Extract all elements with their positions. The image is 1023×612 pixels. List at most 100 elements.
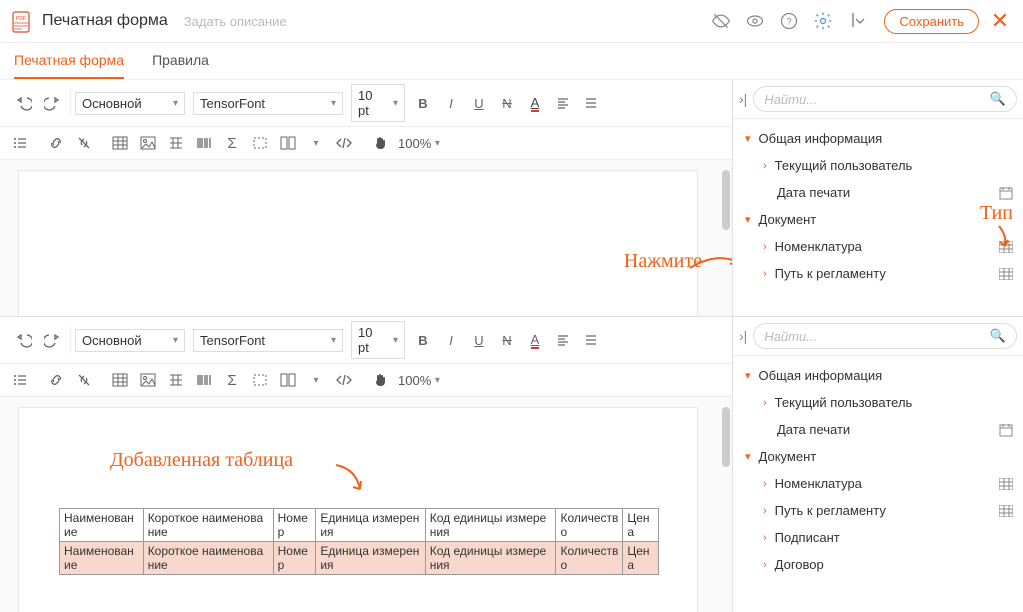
tree-group-general-info-2[interactable]: ▾Общая информация bbox=[733, 362, 1023, 389]
collapse-panel-icon[interactable]: ›| bbox=[739, 91, 747, 107]
font-select[interactable]: TensorFont▾ bbox=[193, 92, 343, 115]
redo-button-2[interactable] bbox=[40, 328, 64, 352]
tab-rules[interactable]: Правила bbox=[152, 43, 209, 79]
tf-unitcode: Код единицы измерения bbox=[425, 542, 556, 575]
description-placeholder[interactable]: Задать описание bbox=[184, 14, 287, 29]
align-button-2[interactable] bbox=[551, 328, 575, 352]
tree-item-nomenclature[interactable]: ›Номенклатура bbox=[733, 233, 1023, 260]
canvas-wrap-2: Наименование Короткое наименование Номер… bbox=[0, 397, 732, 612]
unlink-button-2[interactable] bbox=[72, 368, 96, 392]
tabs-bar: Печатная форма Правила bbox=[0, 43, 1023, 80]
tf-qty: Количество bbox=[556, 542, 623, 575]
tree-item-current-user-2[interactable]: ›Текущий пользователь bbox=[733, 389, 1023, 416]
tree-item-current-user[interactable]: ›Текущий пользователь bbox=[733, 152, 1023, 179]
code-button[interactable] bbox=[332, 131, 356, 155]
italic-button[interactable]: I bbox=[439, 91, 463, 115]
style-select-2[interactable]: Основной▾ bbox=[75, 329, 185, 352]
th-name: Наименование bbox=[60, 509, 144, 542]
svg-text:?: ? bbox=[787, 16, 792, 26]
undo-button[interactable] bbox=[12, 91, 36, 115]
redo-button[interactable] bbox=[40, 91, 64, 115]
link-button[interactable] bbox=[44, 131, 68, 155]
tab-form[interactable]: Печатная форма bbox=[14, 43, 124, 79]
page-title: Печатная форма bbox=[42, 12, 168, 30]
tree-item-signatory[interactable]: ›Подписант bbox=[733, 524, 1023, 551]
side-search-2[interactable]: 🔍 bbox=[753, 323, 1017, 349]
tree-item-reglament-path-2[interactable]: ›Путь к регламенту bbox=[733, 497, 1023, 524]
font-select-2[interactable]: TensorFont▾ bbox=[193, 329, 343, 352]
pagebreak-button-2[interactable] bbox=[276, 368, 300, 392]
close-button[interactable]: ✕ bbox=[989, 8, 1011, 34]
italic-button-2[interactable]: I bbox=[439, 328, 463, 352]
image-button-2[interactable] bbox=[136, 368, 160, 392]
list-button[interactable] bbox=[8, 131, 32, 155]
size-select-2[interactable]: 10 pt▾ bbox=[351, 321, 405, 359]
scrollbar-vertical[interactable] bbox=[722, 170, 730, 230]
tree-group-general-info[interactable]: ▾Общая информация bbox=[733, 125, 1023, 152]
tree-item-print-date[interactable]: Дата печати bbox=[733, 179, 1023, 206]
table-button-2[interactable] bbox=[108, 368, 132, 392]
align-button[interactable] bbox=[551, 91, 575, 115]
table-field-row: Наименование Короткое наименование Номер… bbox=[60, 542, 659, 575]
text-color-button-2[interactable]: A bbox=[523, 328, 547, 352]
hand-tool-button-2[interactable] bbox=[368, 368, 392, 392]
special-char-button[interactable] bbox=[164, 131, 188, 155]
paragraph-button-2[interactable] bbox=[579, 328, 603, 352]
side-search-1[interactable]: 🔍 bbox=[753, 86, 1017, 112]
barcode-button[interactable] bbox=[192, 131, 216, 155]
bold-button-2[interactable]: B bbox=[411, 328, 435, 352]
tree-group-document-2[interactable]: ▾Документ bbox=[733, 443, 1023, 470]
list-button-2[interactable] bbox=[8, 368, 32, 392]
scrollbar-vertical-2[interactable] bbox=[722, 407, 730, 467]
visibility-off-icon[interactable] bbox=[710, 10, 732, 32]
bold-button[interactable]: B bbox=[411, 91, 435, 115]
text-color-button[interactable]: A bbox=[523, 91, 547, 115]
search-input[interactable] bbox=[764, 92, 990, 107]
pagebreak-button[interactable] bbox=[276, 131, 300, 155]
select-area-button-2[interactable] bbox=[248, 368, 272, 392]
zoom-control-2[interactable]: 100% ▾ bbox=[398, 373, 440, 388]
preview-icon[interactable] bbox=[744, 10, 766, 32]
undo-button-2[interactable] bbox=[12, 328, 36, 352]
paragraph-button[interactable] bbox=[579, 91, 603, 115]
side-top-2: ›| 🔍 bbox=[733, 317, 1023, 356]
pagebreak-dropdown[interactable]: ▾ bbox=[304, 131, 328, 155]
special-char-button-2[interactable] bbox=[164, 368, 188, 392]
style-select[interactable]: Основной▾ bbox=[75, 92, 185, 115]
document-canvas-2[interactable]: Наименование Короткое наименование Номер… bbox=[18, 407, 698, 612]
hand-tool-button[interactable] bbox=[368, 131, 392, 155]
code-button-2[interactable] bbox=[332, 368, 356, 392]
document-canvas-1[interactable] bbox=[18, 170, 698, 316]
save-button[interactable]: Сохранить bbox=[884, 9, 979, 34]
image-button[interactable] bbox=[136, 131, 160, 155]
pdf-icon: PDF bbox=[12, 11, 32, 31]
pagebreak-dropdown-2[interactable]: ▾ bbox=[304, 368, 328, 392]
underline-button-2[interactable]: U bbox=[467, 328, 491, 352]
canvas-wrap-1: Нажмите bbox=[0, 160, 732, 316]
strike-button[interactable]: N bbox=[495, 91, 519, 115]
link-button-2[interactable] bbox=[44, 368, 68, 392]
sum-button[interactable]: Σ bbox=[220, 131, 244, 155]
zoom-control[interactable]: 100% ▾ bbox=[398, 136, 440, 151]
tree-item-reglament-path[interactable]: ›Путь к регламенту bbox=[733, 260, 1023, 287]
table-button[interactable] bbox=[108, 131, 132, 155]
size-select[interactable]: 10 pt▾ bbox=[351, 84, 405, 122]
settings-icon[interactable] bbox=[812, 10, 834, 32]
tree-item-nomenclature-2[interactable]: ›Номенклатура bbox=[733, 470, 1023, 497]
barcode-button-2[interactable] bbox=[192, 368, 216, 392]
more-dropdown-icon[interactable] bbox=[846, 10, 868, 32]
sum-button-2[interactable]: Σ bbox=[220, 368, 244, 392]
tree-item-print-date-2[interactable]: Дата печати bbox=[733, 416, 1023, 443]
inserted-table[interactable]: Наименование Короткое наименование Номер… bbox=[59, 508, 659, 575]
unlink-button[interactable] bbox=[72, 131, 96, 155]
toolbar-row-2: Σ ▾ 100% ▾ bbox=[0, 127, 732, 160]
strike-button-2[interactable]: N bbox=[495, 328, 519, 352]
tree-item-contract[interactable]: ›Договор bbox=[733, 551, 1023, 578]
editor-area-2: Основной▾ TensorFont▾ 10 pt▾ B I U N A Σ… bbox=[0, 317, 733, 612]
help-icon[interactable]: ? bbox=[778, 10, 800, 32]
tree-group-document[interactable]: ▾Документ bbox=[733, 206, 1023, 233]
search-input-2[interactable] bbox=[764, 329, 990, 344]
select-area-button[interactable] bbox=[248, 131, 272, 155]
collapse-panel-icon-2[interactable]: ›| bbox=[739, 328, 747, 344]
underline-button[interactable]: U bbox=[467, 91, 491, 115]
